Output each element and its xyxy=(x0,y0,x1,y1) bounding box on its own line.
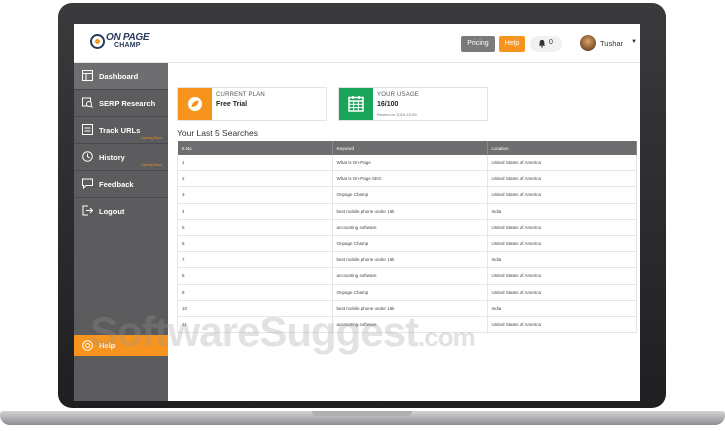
pricing-button[interactable]: Pricing xyxy=(461,36,495,52)
avatar[interactable] xyxy=(580,35,596,51)
sidebar-item-label: Logout xyxy=(99,207,125,216)
cell-location: United States of America xyxy=(487,186,637,204)
cell-sno: 1 xyxy=(177,155,333,172)
usage-value: 16/100 xyxy=(377,101,399,108)
table-row[interactable]: 7 best mobile phone under 15k India xyxy=(177,251,637,269)
cell-sno: 4 xyxy=(177,203,333,220)
cell-location: United States of America xyxy=(487,316,637,334)
current-plan-card: CURRENT PLAN Free Trial xyxy=(177,87,327,121)
user-name[interactable]: Tushar xyxy=(600,39,623,48)
table-row[interactable]: 3 Onpage Champ United States of America xyxy=(177,186,637,204)
cell-sno: 7 xyxy=(177,251,333,269)
sidebar-item-dashboard[interactable]: Dashboard xyxy=(74,63,168,90)
table-row[interactable]: 9 Onpage Champ United States of America xyxy=(177,284,637,301)
cell-keyword: accounting software xyxy=(332,219,488,236)
cell-location: United States of America xyxy=(487,170,637,188)
help-button[interactable]: Help xyxy=(499,36,525,52)
cell-location: United States of America xyxy=(487,235,637,253)
usage-title: YOUR USAGE xyxy=(377,92,420,98)
logout-icon xyxy=(82,205,93,216)
sidebar-item-track-urls[interactable]: Track URLs Coming Soon xyxy=(74,117,168,144)
cell-location: India xyxy=(487,203,637,220)
usage-icon-box xyxy=(339,88,373,120)
cell-keyword: What is On-Page SEO xyxy=(332,170,488,188)
usage-card: YOUR USAGE 16/100 Resets on 2019-10-09 xyxy=(338,87,488,121)
sidebar-item-logout[interactable]: Logout xyxy=(74,198,168,225)
notifications-button[interactable]: 0 xyxy=(530,36,562,52)
table-row[interactable]: 4 best mobile phone under 15k India xyxy=(177,203,637,220)
dashboard-icon xyxy=(82,70,93,81)
sidebar-item-history[interactable]: History Coming Soon xyxy=(74,144,168,171)
cell-keyword: What is On-Page xyxy=(332,155,488,172)
chevron-down-icon[interactable]: ▼ xyxy=(631,39,637,45)
watermark-text: SoftwareSuggest xyxy=(90,308,419,355)
watermark-suffix: .com xyxy=(418,322,476,352)
feedback-icon xyxy=(82,178,93,189)
cell-location: United States of America xyxy=(487,267,637,285)
cell-keyword: Onpage Champ xyxy=(332,235,488,253)
cell-sno: 2 xyxy=(177,170,333,188)
leaf-icon xyxy=(188,97,202,111)
logo-magnifier-icon xyxy=(90,34,105,49)
column-header-keyword[interactable]: Keyword xyxy=(332,141,488,155)
track-icon xyxy=(82,124,93,135)
cell-keyword: best mobile phone under 15k xyxy=(332,251,488,269)
cell-sno: 8 xyxy=(177,267,333,285)
cell-sno: 6 xyxy=(177,235,333,253)
table-row[interactable]: 8 accounting software United States of Ame… xyxy=(177,267,637,285)
cell-keyword: accounting software xyxy=(332,267,488,285)
sidebar-item-label: Feedback xyxy=(99,180,134,189)
table-row[interactable]: 5 accounting software United States of Ame… xyxy=(177,219,637,236)
cell-sno: 9 xyxy=(177,284,333,301)
table-row[interactable]: 2 What is On-Page SEO United States of Ame… xyxy=(177,170,637,188)
searches-table: S.No. Keyword Location 1 What is On-Page U… xyxy=(177,141,637,334)
serp-icon xyxy=(82,97,93,108)
cell-location: United States of America xyxy=(487,219,637,236)
column-header-sno[interactable]: S.No. xyxy=(177,141,333,155)
cell-location: United States of America xyxy=(487,155,637,172)
logo-line2: CHAMP xyxy=(114,42,141,49)
table-header-row: S.No. Keyword Location xyxy=(177,141,637,155)
plan-title: CURRENT PLAN xyxy=(216,92,265,98)
cell-keyword: Onpage Champ xyxy=(332,284,488,301)
history-icon xyxy=(82,151,93,162)
cell-location: United States of America xyxy=(487,284,637,301)
sidebar-item-feedback[interactable]: Feedback xyxy=(74,171,168,198)
top-bar: ON PAGE CHAMP Pricing Help 0 Tushar ▼ xyxy=(74,24,640,63)
plan-icon-box xyxy=(178,88,212,120)
cell-location: India xyxy=(487,300,637,317)
laptop-base-notch xyxy=(312,411,412,416)
table-row[interactable]: 1 What is On-Page United States of America xyxy=(177,155,637,172)
sidebar-item-label: Track URLs xyxy=(99,126,141,135)
searches-title: Your Last 5 Searches xyxy=(177,128,258,138)
cell-keyword: Onpage Champ xyxy=(332,186,488,204)
sidebar-item-serp-research[interactable]: SERP Research xyxy=(74,90,168,117)
coming-soon-label: Coming Soon xyxy=(140,163,162,167)
sidebar-item-label: SERP Research xyxy=(99,99,156,108)
plan-value: Free Trial xyxy=(216,101,248,108)
sidebar-item-label: History xyxy=(99,153,125,162)
table-row[interactable]: 6 Onpage Champ United States of America xyxy=(177,235,637,253)
cell-keyword: best mobile phone under 15k xyxy=(332,203,488,220)
cell-sno: 3 xyxy=(177,186,333,204)
cell-location: India xyxy=(487,251,637,269)
usage-reset-note: Resets on 2019-10-09 xyxy=(377,112,417,117)
coming-soon-label: Coming Soon xyxy=(140,136,162,140)
bell-icon xyxy=(538,39,546,48)
laptop-base xyxy=(0,403,725,431)
calendar-icon xyxy=(348,96,364,112)
notification-count: 0 xyxy=(549,39,553,46)
sidebar-item-label: Dashboard xyxy=(99,72,139,81)
cell-sno: 5 xyxy=(177,219,333,236)
app-logo[interactable]: ON PAGE CHAMP xyxy=(90,32,150,54)
column-header-location[interactable]: Location xyxy=(487,141,637,155)
watermark: SoftwareSuggest.com xyxy=(90,308,476,356)
